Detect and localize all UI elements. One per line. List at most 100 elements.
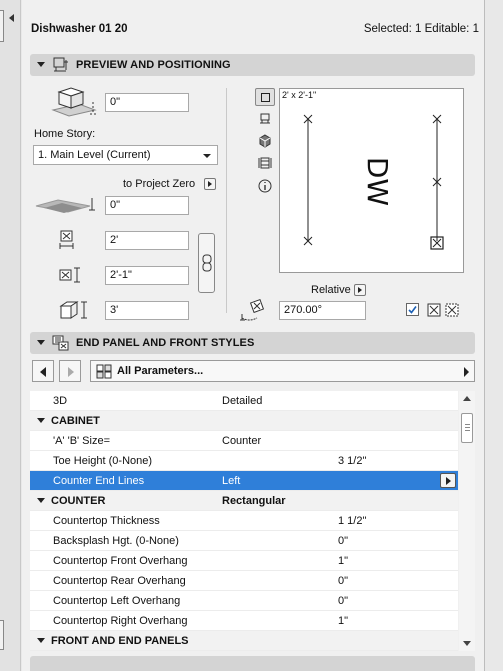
to-project-zero-label: to Project Zero — [123, 178, 196, 190]
parameter-dimension[interactable]: 3 1/2" — [338, 455, 366, 467]
proportion-lock-button[interactable] — [198, 233, 215, 293]
settings-panel: Dishwasher 01 20 Selected: 1 Editable: 1… — [22, 0, 485, 671]
parameter-table: 3D Detailed CABINET 'A' 'B' Size= Counter Toe… — [30, 391, 458, 651]
home-story-dropdown[interactable]: 1. Main Level (Current) — [33, 145, 218, 165]
collapse-arrow-icon[interactable] — [37, 418, 45, 423]
parameter-row[interactable]: Toe Height (0-None) 3 1/2" — [30, 451, 458, 471]
parameters-icon — [96, 364, 112, 379]
parameter-row[interactable]: Countertop Thickness 1 1/2" — [30, 511, 458, 531]
collapse-arrow-icon[interactable] — [37, 638, 45, 643]
mirror-checkbox[interactable] — [406, 303, 419, 316]
parameter-group-value: Rectangular — [222, 495, 286, 507]
parameter-name: 'A' 'B' Size= — [53, 435, 111, 447]
parameter-row[interactable]: Backsplash Hgt. (0-None) 0" — [30, 531, 458, 551]
value-menu-button[interactable] — [440, 473, 456, 488]
square-view-icon — [261, 93, 270, 102]
parameter-group-row[interactable]: FRONT AND END PANELS — [30, 631, 458, 651]
relative-label: Relative — [311, 284, 351, 296]
parameter-row[interactable]: Countertop Rear Overhang 0" — [30, 571, 458, 591]
project-zero-menu-button[interactable] — [204, 178, 216, 190]
project-zero-icon — [35, 198, 95, 213]
parameter-dimension[interactable]: 1 1/2" — [338, 515, 366, 527]
preview-positioning-icon — [53, 57, 68, 72]
section-view-button[interactable] — [255, 154, 275, 172]
editable-count: 1 — [472, 23, 479, 35]
parameter-dimension[interactable]: 0" — [338, 575, 348, 587]
parameter-row[interactable]: Countertop Left Overhang 0" — [30, 591, 458, 611]
elevation-field[interactable]: 0" — [105, 93, 189, 112]
section-header-styles[interactable]: END PANEL AND FRONT STYLES — [30, 332, 475, 354]
collapse-arrow-icon[interactable] — [37, 340, 45, 345]
column-divider — [226, 88, 227, 313]
parameter-page-select[interactable]: All Parameters... — [90, 360, 475, 382]
square-view-button[interactable] — [255, 88, 275, 106]
parameter-name: Countertop Rear Overhang — [53, 575, 186, 587]
parameter-dimension[interactable]: 1" — [338, 555, 348, 567]
check-icon — [408, 306, 417, 314]
parameter-dimension[interactable]: 0" — [338, 595, 348, 607]
parameter-dimension[interactable]: 0" — [338, 535, 348, 547]
object-name: Dishwasher 01 20 — [31, 23, 128, 35]
info-button[interactable] — [255, 177, 275, 195]
width-field[interactable]: 2' — [105, 231, 189, 250]
info-icon — [258, 179, 272, 193]
object-preview: 2' x 2'-1" DW — [279, 88, 464, 273]
parameter-row[interactable]: 'A' 'B' Size= Counter — [30, 431, 458, 451]
collapse-arrow-icon[interactable] — [37, 498, 45, 503]
parameter-name: Toe Height (0-None) — [53, 455, 153, 467]
parameter-group-title: FRONT AND END PANELS — [51, 635, 189, 647]
angle-field[interactable]: 270.00° — [279, 301, 366, 320]
parameter-row[interactable]: Counter End Lines Left — [30, 471, 458, 491]
height-icon — [59, 301, 87, 319]
parameter-group-title: CABINET — [51, 415, 100, 427]
rotation-icon — [240, 298, 265, 321]
parameter-dimension[interactable]: 1" — [338, 615, 348, 627]
next-section-header-partial[interactable] — [30, 656, 475, 671]
home-story-label: Home Story: — [34, 128, 96, 140]
parameter-group-row[interactable]: CABINET — [30, 411, 458, 431]
parameter-scrollbar[interactable] — [459, 391, 475, 651]
parameter-row[interactable]: 3D Detailed — [30, 391, 458, 411]
styles-icon — [52, 335, 69, 351]
parameter-name: Backsplash Hgt. (0-None) — [53, 535, 179, 547]
collapse-arrow-icon[interactable] — [37, 62, 45, 67]
parameter-group-title: COUNTER — [51, 495, 106, 507]
depth-field[interactable]: 2'-1" — [105, 266, 189, 285]
parameter-name: Countertop Front Overhang — [53, 555, 188, 567]
next-arrow-icon — [68, 367, 74, 377]
left-edge-tab-bottom[interactable] — [0, 620, 4, 650]
plan-view-icon — [260, 113, 270, 124]
scroll-up-icon[interactable] — [463, 396, 471, 401]
mirror-alt-icon[interactable] — [445, 303, 459, 317]
parameter-row[interactable]: Countertop Right Overhang 1" — [30, 611, 458, 631]
parameter-nav-row: All Parameters... — [30, 360, 475, 382]
home-story-value: 1. Main Level (Current) — [38, 149, 151, 161]
parameter-value[interactable]: Detailed — [222, 395, 262, 407]
prev-arrow-icon — [40, 367, 46, 377]
parameter-group-row[interactable]: COUNTER Rectangular — [30, 491, 458, 511]
project-zero-field[interactable]: 0" — [105, 196, 189, 215]
left-edge-tab[interactable] — [0, 10, 4, 42]
scroll-down-icon[interactable] — [463, 641, 471, 646]
parameter-name: Countertop Right Overhang — [53, 615, 188, 627]
parameter-page-label: All Parameters... — [117, 365, 204, 377]
relative-menu-button[interactable] — [354, 284, 366, 296]
selected-count: 1 — [415, 23, 422, 35]
plan-view-button[interactable] — [255, 110, 275, 128]
collapse-arrow-icon[interactable] — [9, 14, 14, 22]
scroll-thumb[interactable] — [461, 413, 473, 443]
mirror-icon[interactable] — [427, 303, 441, 317]
section-title-styles: END PANEL AND FRONT STYLES — [76, 337, 255, 349]
parameter-value[interactable]: Counter — [222, 435, 261, 447]
prev-page-button[interactable] — [32, 360, 54, 382]
chevron-down-icon — [203, 154, 211, 158]
chain-link-icon — [202, 254, 212, 272]
parameter-value[interactable]: Left — [222, 475, 240, 487]
parameter-row[interactable]: Countertop Front Overhang 1" — [30, 551, 458, 571]
panel-scroll-strip — [485, 0, 503, 671]
section-header-preview[interactable]: PREVIEW AND POSITIONING — [30, 54, 475, 76]
height-field[interactable]: 3' — [105, 301, 189, 320]
parameter-name: Counter End Lines — [53, 475, 145, 487]
3d-view-button[interactable] — [255, 132, 275, 150]
next-page-button[interactable] — [59, 360, 81, 382]
